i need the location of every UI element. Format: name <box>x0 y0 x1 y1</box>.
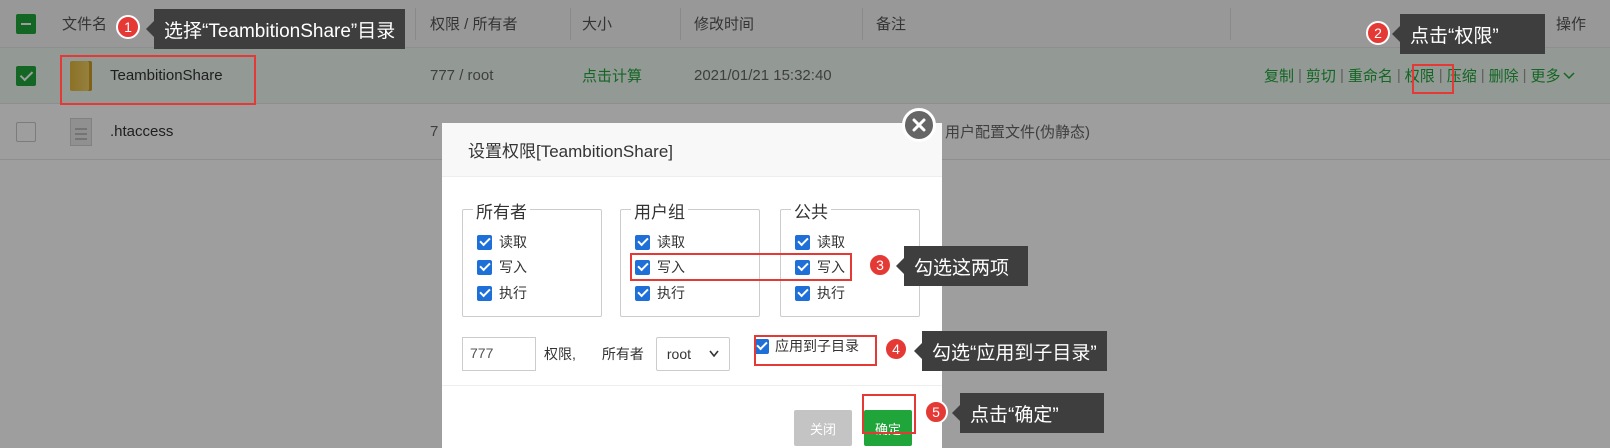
group-read-checkbox[interactable]: 读取 <box>635 232 685 252</box>
owner-read-checkbox[interactable]: 读取 <box>477 232 527 252</box>
dialog-close-button[interactable] <box>902 108 936 142</box>
owner-label: 所有者 <box>601 346 644 362</box>
highlight-write-options <box>630 253 852 281</box>
chevron-down-icon <box>709 350 719 358</box>
perm-settings-row: 777 权限, 所有者 root <box>462 337 730 371</box>
public-read-checkbox[interactable]: 读取 <box>795 232 845 252</box>
group-exec-checkbox[interactable]: 执行 <box>635 283 685 303</box>
step-badge: 5 <box>924 400 948 424</box>
step-tip: 选择“TeambitionShare”目录 <box>145 9 406 49</box>
highlight-apply-subdir <box>754 335 877 366</box>
highlight-permission-op <box>1412 64 1454 94</box>
highlight-folder <box>60 55 256 105</box>
owner-exec-checkbox[interactable]: 执行 <box>477 283 527 303</box>
step-tip: 勾选这两项 <box>896 246 1028 286</box>
group-legend: 公共 <box>791 198 831 223</box>
group-legend: 所有者 <box>473 198 530 223</box>
owner-write-checkbox[interactable]: 写入 <box>477 257 527 277</box>
step-badge: 1 <box>116 15 140 39</box>
dialog-title: 设置权限[TeambitionShare] <box>442 123 942 177</box>
close-icon <box>912 118 926 132</box>
step-badge: 4 <box>884 337 908 361</box>
owner-select[interactable]: root <box>655 337 730 371</box>
step-tip: 点击“权限” <box>1392 14 1545 54</box>
group-legend: 用户组 <box>631 198 688 223</box>
perm-value-input[interactable]: 777 <box>462 337 536 371</box>
step-tip: 点击“确定” <box>952 393 1104 433</box>
step-tip: 勾选“应用到子目录” <box>914 331 1107 371</box>
public-exec-checkbox[interactable]: 执行 <box>795 283 845 303</box>
step-badge: 3 <box>868 253 892 277</box>
close-button[interactable]: 关闭 <box>794 410 852 446</box>
highlight-confirm <box>862 394 916 434</box>
step-badge: 2 <box>1366 21 1390 45</box>
perm-label: 权限, <box>544 346 576 362</box>
owner-perm-group: 所有者 读取 写入 执行 <box>462 198 602 317</box>
